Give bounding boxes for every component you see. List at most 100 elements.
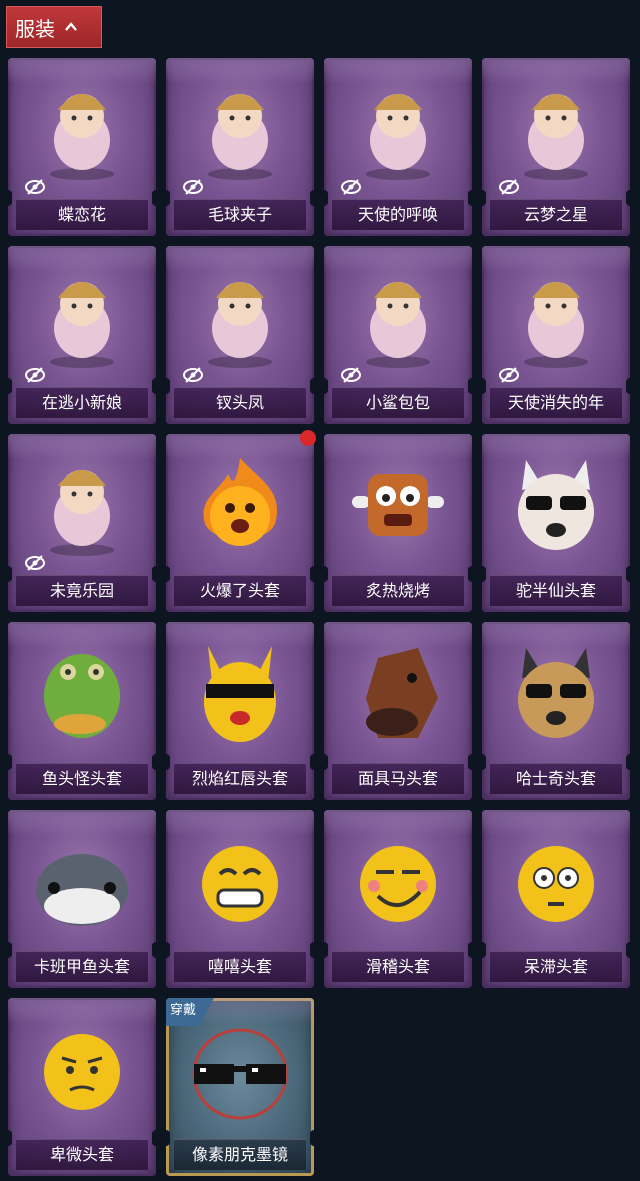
eye-hidden-icon[interactable] <box>24 176 46 198</box>
costume-card[interactable]: 天使消失的年 <box>482 246 630 424</box>
card-notch <box>310 942 314 958</box>
card-notch <box>310 754 314 770</box>
alpaca-sunglasses-head-icon <box>518 460 594 550</box>
costume-card[interactable]: 像素朋克墨镜 穿戴 <box>166 998 314 1176</box>
card-notch <box>626 566 630 582</box>
costume-card[interactable]: 卡班甲鱼头套 <box>8 810 156 988</box>
costume-card[interactable]: 滑稽头套 <box>324 810 472 988</box>
card-notch <box>152 754 156 770</box>
costume-label: 像素朋克墨镜 <box>174 1139 306 1170</box>
eye-hidden-icon[interactable] <box>24 364 46 386</box>
card-notch <box>166 942 170 958</box>
husky-sunglasses-head-icon <box>518 648 594 738</box>
grin-emoji-head-icon <box>202 846 278 922</box>
new-item-dot <box>300 430 316 446</box>
costume-label: 卑微头套 <box>16 1139 148 1170</box>
costume-label: 面具马头套 <box>332 763 464 794</box>
card-notch <box>310 190 314 206</box>
eye-hidden-icon[interactable] <box>182 364 204 386</box>
card-notch <box>310 566 314 582</box>
card-notch <box>482 566 486 582</box>
card-notch <box>482 378 486 394</box>
card-notch <box>310 1130 314 1146</box>
costume-label: 云梦之星 <box>490 199 622 230</box>
costume-label: 哈士奇头套 <box>490 763 622 794</box>
costume-card[interactable]: 嘻嘻头套 <box>166 810 314 988</box>
costume-label: 卡班甲鱼头套 <box>16 951 148 982</box>
costume-label: 炙热烧烤 <box>332 575 464 606</box>
stunned-emoji-head-icon <box>518 846 594 922</box>
whale-head-icon <box>36 854 128 926</box>
humble-emoji-head-icon <box>44 1034 120 1110</box>
card-notch <box>626 190 630 206</box>
phoenix-crown-doll-icon <box>208 282 272 368</box>
eye-hidden-icon[interactable] <box>498 364 520 386</box>
costume-label: 驼半仙头套 <box>490 575 622 606</box>
card-notch <box>152 1130 156 1146</box>
card-notch <box>166 754 170 770</box>
costume-label: 火爆了头套 <box>174 575 306 606</box>
card-notch <box>8 190 12 206</box>
eye-hidden-icon[interactable] <box>340 364 362 386</box>
costume-card[interactable]: 毛球夹子 <box>166 58 314 236</box>
eye-hidden-icon[interactable] <box>24 552 46 574</box>
costume-card[interactable]: 呆滞头套 <box>482 810 630 988</box>
costume-label: 毛球夹子 <box>174 199 306 230</box>
costume-label: 钗头凤 <box>174 387 306 418</box>
costume-card[interactable]: 云梦之星 <box>482 58 630 236</box>
red-hood-bride-icon <box>50 282 114 368</box>
eye-hidden-icon[interactable] <box>340 176 362 198</box>
costume-card[interactable]: 在逃小新娘 <box>8 246 156 424</box>
card-notch <box>166 190 170 206</box>
card-notch <box>8 378 12 394</box>
eye-hidden-icon[interactable] <box>182 176 204 198</box>
costume-card[interactable]: 火爆了头套 <box>166 434 314 612</box>
card-notch <box>8 942 12 958</box>
costume-card[interactable]: 钗头凤 <box>166 246 314 424</box>
card-notch <box>468 378 472 394</box>
costume-label: 鱼头怪头套 <box>16 763 148 794</box>
card-notch <box>468 566 472 582</box>
unicorn-cloud-icon <box>524 94 588 180</box>
card-notch <box>626 378 630 394</box>
costume-card[interactable]: 小鲨包包 <box>324 246 472 424</box>
costume-card[interactable]: 蝶恋花 <box>8 58 156 236</box>
horse-mask-icon <box>366 648 438 738</box>
costume-card[interactable]: 鱼头怪头套 <box>8 622 156 800</box>
costume-label: 嘻嘻头套 <box>174 951 306 982</box>
card-notch <box>166 378 170 394</box>
card-notch <box>468 754 472 770</box>
card-notch <box>152 942 156 958</box>
card-notch <box>152 190 156 206</box>
card-notch <box>482 942 486 958</box>
card-notch <box>468 942 472 958</box>
costume-card[interactable]: 驼半仙头套 <box>482 434 630 612</box>
shark-bag-icon <box>366 282 430 368</box>
costume-label: 天使消失的年 <box>490 387 622 418</box>
pink-hair-doll-icon <box>50 470 114 556</box>
card-notch <box>310 378 314 394</box>
costume-card[interactable]: 卑微头套 <box>8 998 156 1176</box>
fish-head-icon <box>44 654 120 738</box>
card-notch <box>8 754 12 770</box>
costume-grid: 蝶恋花 毛球夹子 天使的呼唤 云梦之星 在逃小新娘 钗头凤 小鲨包包 天使消失的… <box>0 0 640 1181</box>
costume-card[interactable]: 面具马头套 <box>324 622 472 800</box>
card-notch <box>324 190 328 206</box>
bbq-meat-head-icon <box>352 474 444 536</box>
angel-doll-icon <box>366 94 430 180</box>
card-notch <box>8 566 12 582</box>
costume-card[interactable]: 哈士奇头套 <box>482 622 630 800</box>
costume-label: 天使的呼唤 <box>332 199 464 230</box>
costume-card[interactable]: 炙热烧烤 <box>324 434 472 612</box>
costume-card[interactable]: 未竟乐园 <box>8 434 156 612</box>
card-notch <box>166 1130 170 1146</box>
card-notch <box>324 566 328 582</box>
card-notch <box>626 754 630 770</box>
costume-card[interactable]: 天使的呼唤 <box>324 58 472 236</box>
card-notch <box>152 566 156 582</box>
card-notch <box>324 378 328 394</box>
eye-hidden-icon[interactable] <box>498 176 520 198</box>
card-notch <box>482 754 486 770</box>
costume-card[interactable]: 烈焰红唇头套 <box>166 622 314 800</box>
costume-label: 蝶恋花 <box>16 199 148 230</box>
